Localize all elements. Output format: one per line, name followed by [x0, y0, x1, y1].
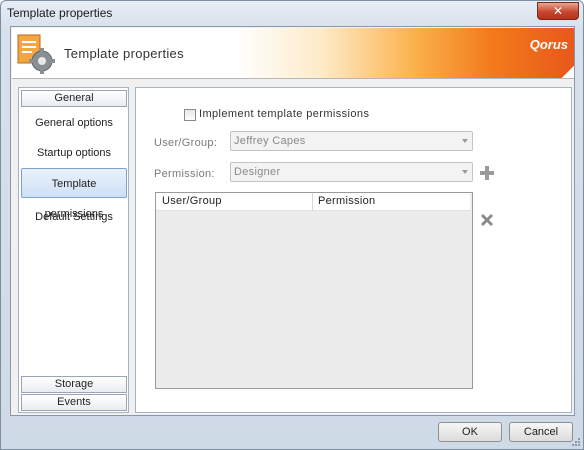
header-title: Template properties: [64, 46, 184, 61]
sidebar-item-general-options[interactable]: General options: [21, 108, 127, 138]
window-title: Template properties: [7, 6, 113, 20]
x-delete-icon[interactable]: [479, 212, 495, 228]
column-divider[interactable]: [312, 193, 313, 211]
dialog-body: Template properties Qorus General Genera…: [10, 26, 575, 416]
corner-mark: [562, 66, 574, 78]
sidebar-item-default-settings[interactable]: Default Settings: [21, 202, 127, 232]
close-button[interactable]: ✕: [537, 2, 579, 20]
implement-permissions-checkbox[interactable]: [184, 109, 196, 121]
plus-icon[interactable]: [479, 165, 495, 181]
document-gear-icon: [17, 34, 55, 74]
group-general[interactable]: General: [21, 90, 127, 107]
user-group-select[interactable]: Jeffrey Capes: [230, 131, 473, 151]
column-header-user-group[interactable]: User/Group: [162, 195, 222, 207]
group-storage[interactable]: Storage: [21, 376, 127, 393]
title-bar[interactable]: Template properties ✕: [1, 1, 583, 25]
resize-grip-icon[interactable]: [571, 437, 581, 447]
implement-permissions-label[interactable]: Implement template permissions: [199, 108, 369, 120]
ok-button[interactable]: OK: [438, 422, 502, 442]
user-group-value: Jeffrey Capes: [234, 135, 306, 147]
column-header-permission[interactable]: Permission: [318, 195, 375, 207]
template-properties-dialog: Template properties ✕ Template propertie…: [0, 0, 584, 450]
permission-label: Permission:: [154, 168, 215, 180]
user-group-label: User/Group:: [154, 137, 218, 149]
brand-logo: Qorus: [529, 37, 568, 52]
grid-header: User/Group Permission: [156, 193, 470, 211]
permissions-panel: Implement template permissions User/Grou…: [135, 87, 572, 413]
permissions-grid[interactable]: User/Group Permission: [155, 192, 473, 389]
group-events[interactable]: Events: [21, 394, 127, 411]
sidebar-item-startup-options[interactable]: Startup options: [21, 138, 127, 168]
sidebar: General General options Startup options …: [18, 87, 129, 413]
permission-select[interactable]: Designer: [230, 162, 473, 182]
permission-value: Designer: [234, 166, 281, 178]
chevron-down-icon: [462, 170, 468, 174]
sidebar-item-template-permissions[interactable]: Template permissions: [21, 168, 127, 220]
chevron-down-icon: [462, 139, 468, 143]
cancel-button[interactable]: Cancel: [509, 422, 573, 442]
header-banner: Template properties Qorus: [12, 28, 574, 79]
